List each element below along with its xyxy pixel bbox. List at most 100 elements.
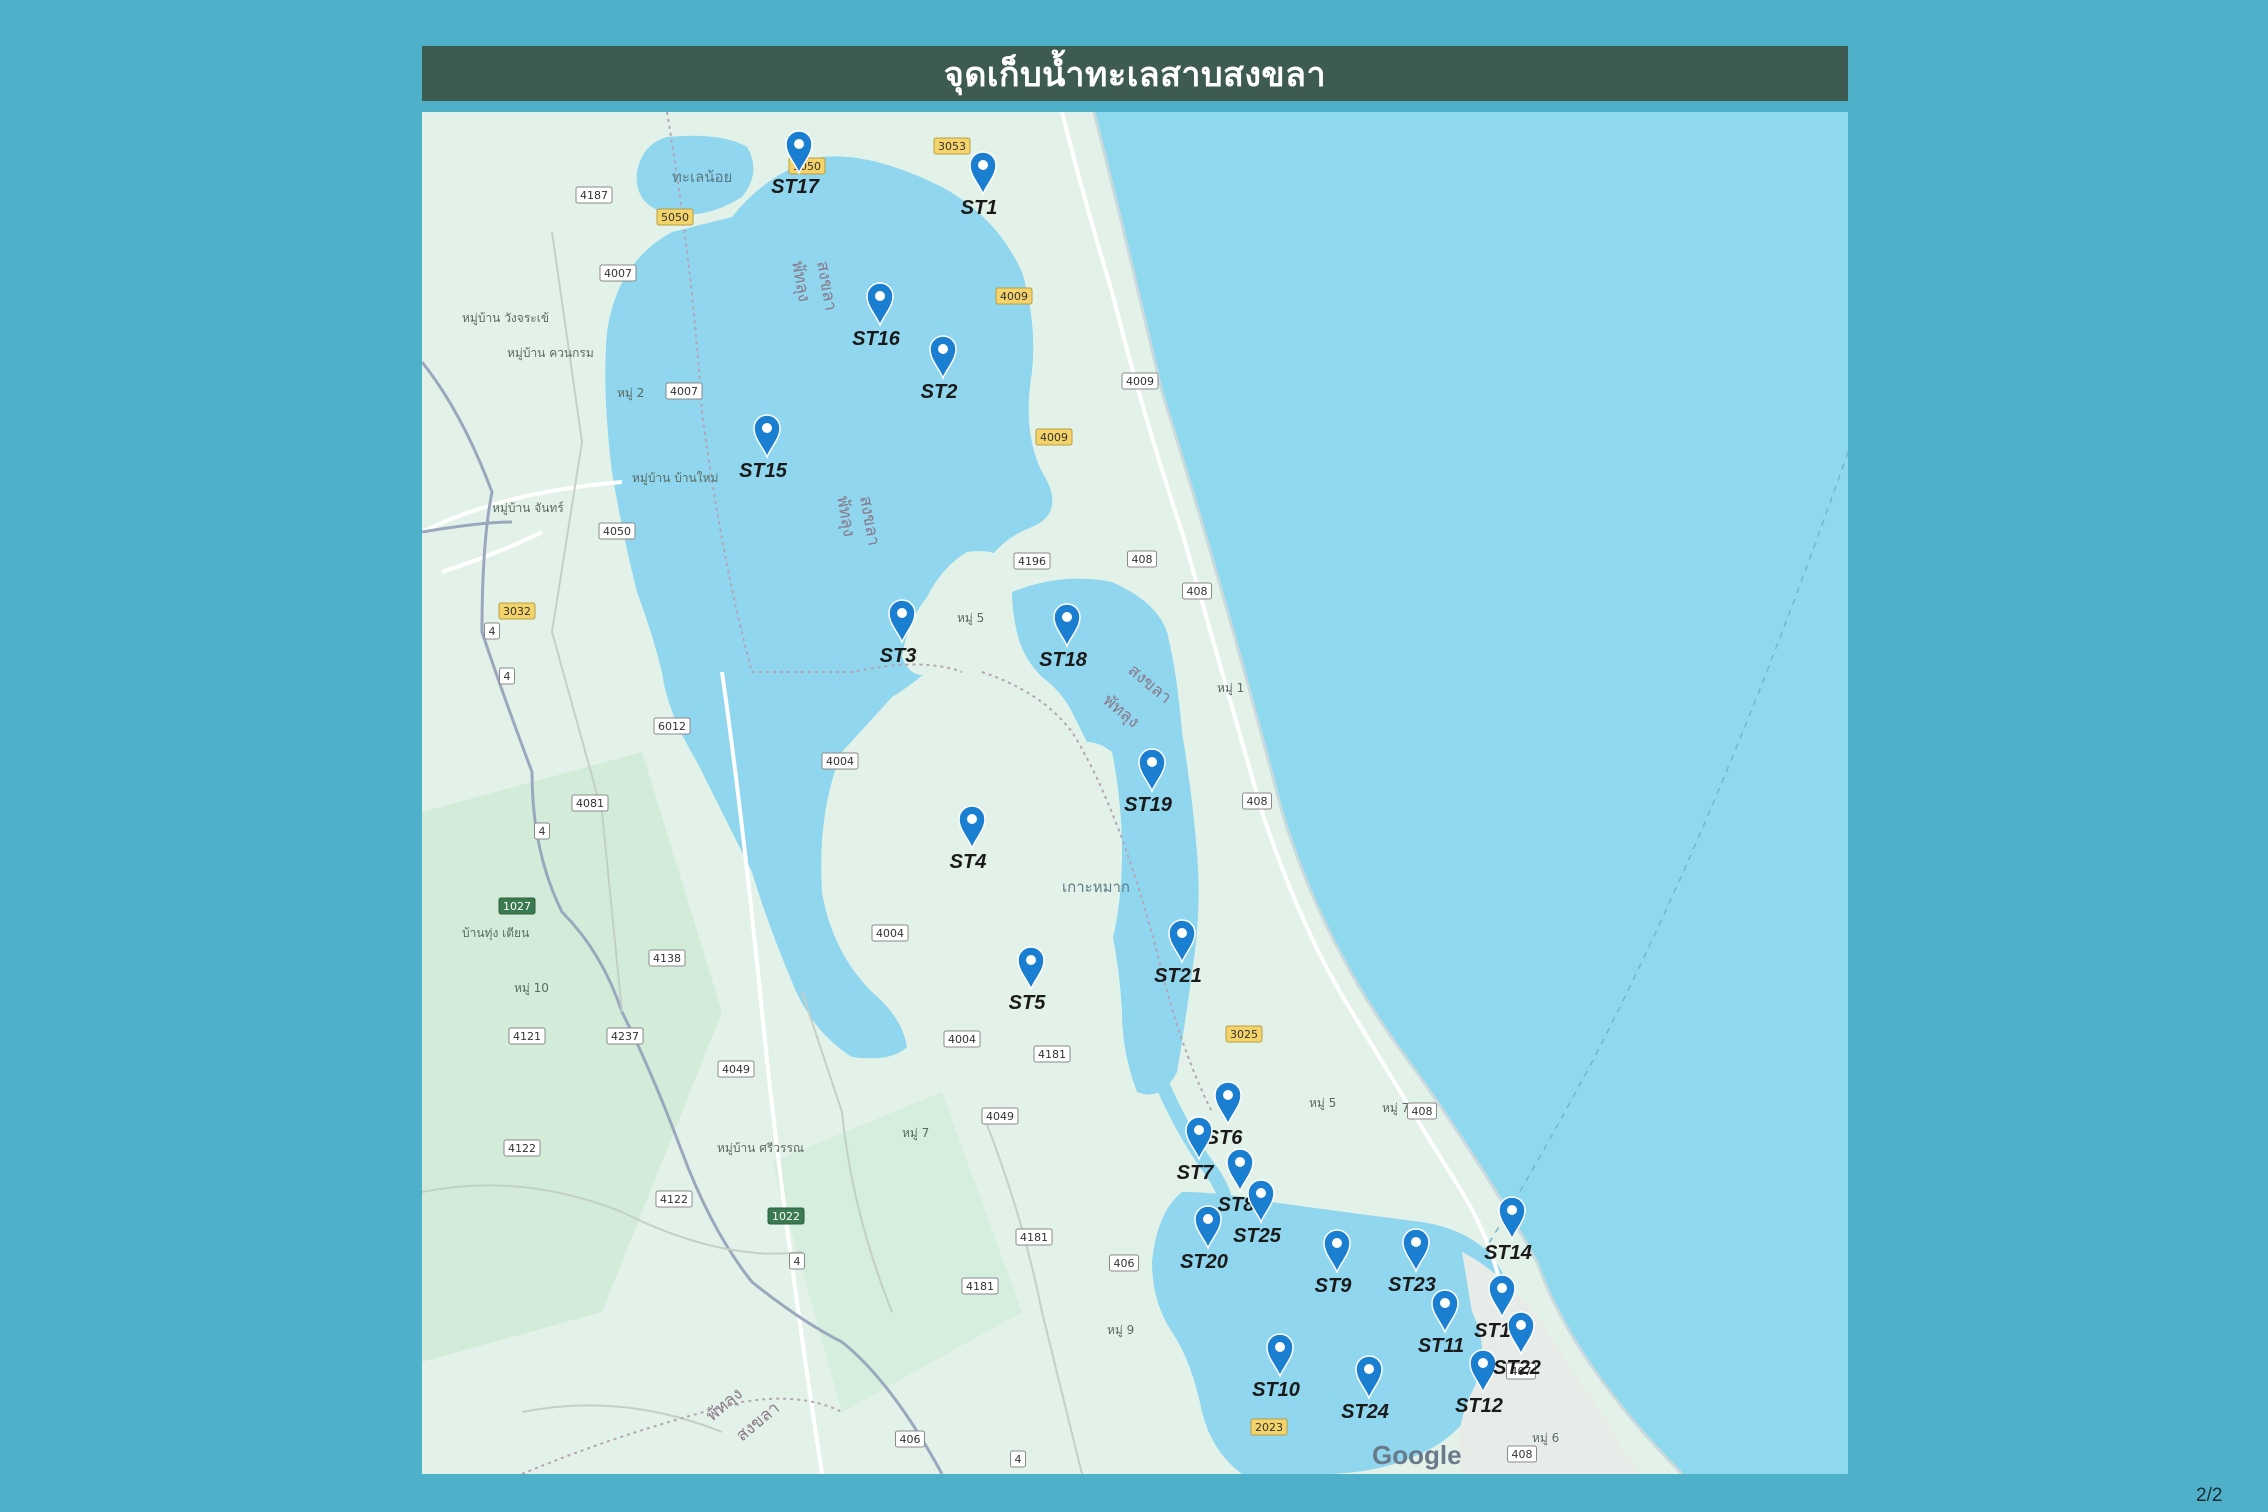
road-number: 1027 [503,900,531,913]
road-number: 4181 [1038,1048,1066,1061]
village-label: หมู่ 7 [1382,1101,1409,1116]
station-label: ST11 [1418,1335,1464,1357]
station-label: ST20 [1180,1251,1228,1273]
road-number: 4004 [948,1033,976,1046]
road-shield: 4 [789,1252,805,1270]
station-label: ST17 [771,176,820,198]
road-shield: 4 [534,822,550,840]
road-number: 4009 [1126,375,1154,388]
road-shield: 4009 [1121,372,1159,390]
road-shield: 4196 [1013,552,1051,570]
road-number: 2023 [1255,1421,1283,1434]
road-number: 1022 [772,1210,800,1223]
village-label: หมู่ 10 [514,981,549,996]
road-number: 4122 [660,1193,688,1206]
road-number: 408 [1247,795,1268,808]
village-label: หมู่ 6 [1532,1431,1559,1446]
station-label: ST4 [950,851,987,873]
road-shield: 408 [1182,582,1212,600]
road-shield: 4187 [575,186,613,204]
road-shield: 406 [895,1430,925,1448]
map-pin-dot [875,291,885,301]
road-shield: 4009 [1035,428,1073,446]
map-canvas[interactable]: ทะเลน้อย เกาะหมาก สงขลา พัทลุง สงขลา พัท… [422,112,1848,1474]
road-number: 4007 [670,385,698,398]
road-shield: 4009 [995,287,1033,305]
village-label: หมู่ 9 [1107,1323,1134,1338]
station-label: ST19 [1124,794,1173,816]
road-number: 4181 [966,1280,994,1293]
road-shield: 4122 [655,1190,693,1208]
road-shield: 4004 [821,752,859,770]
road-number: 406 [1114,1257,1135,1270]
road-number: 4 [504,670,511,683]
road-number: 4050 [603,525,631,538]
road-number: 4049 [986,1110,1014,1123]
road-shield: 4050 [598,522,636,540]
station-label: ST2 [921,381,958,403]
road-shield: 6012 [653,717,691,735]
google-logo: Google [1372,1440,1462,1470]
road-shield: 4049 [981,1107,1019,1125]
road-shield: 4004 [871,924,909,942]
map-pin-dot [1364,1364,1374,1374]
road-number: 4121 [513,1030,541,1043]
road-shield: 3025 [1225,1025,1263,1043]
road-shield: 3053 [933,137,971,155]
road-shield: 408 [1407,1102,1437,1120]
village-label: บ้านทุ่ง เตียน [462,926,529,941]
road-number: 4007 [604,267,632,280]
road-shield: 5050 [656,208,694,226]
road-shield: 4049 [717,1060,755,1078]
map-pin-dot [1275,1342,1285,1352]
road-number: 4081 [576,797,604,810]
map-pin-dot [1516,1320,1526,1330]
road-number: 408 [1512,1448,1533,1461]
page-title: จุดเก็บน้ำทะเลสาบสงขลา [422,46,1848,101]
map-pin-dot [978,160,988,170]
road-shield: 1027 [498,897,536,915]
station-label: ST16 [852,328,901,350]
road-number: 4237 [611,1030,639,1043]
road-shield: 4181 [1033,1045,1071,1063]
map-pin-dot [762,423,772,433]
map-pin-dot [1203,1214,1213,1224]
road-shield: 4004 [943,1030,981,1048]
road-shield: 408 [1242,792,1272,810]
road-number: 4122 [508,1142,536,1155]
road-shield: 4 [1010,1450,1026,1468]
map-view[interactable]: ทะเลน้อย เกาะหมาก สงขลา พัทลุง สงขลา พัท… [422,112,1848,1474]
road-number: 4181 [1020,1231,1048,1244]
map-pin-dot [938,344,948,354]
station-label: ST22 [1493,1357,1541,1379]
road-shield: 2023 [1250,1418,1288,1436]
road-number: 3025 [1230,1028,1258,1041]
map-pin-dot [1177,928,1187,938]
station-label: ST14 [1484,1242,1532,1264]
road-shield: 4181 [1015,1228,1053,1246]
map-pin-dot [1411,1237,1421,1247]
road-shield: 4138 [648,949,686,967]
road-number: 4 [1015,1453,1022,1466]
map-pin-dot [1332,1238,1342,1248]
map-pin-dot [1223,1090,1233,1100]
station-label: ST18 [1039,649,1088,671]
road-number: 4004 [826,755,854,768]
village-label: หมู่บ้าน วังจระเข้ [462,311,549,326]
village-label: หมู่ 7 [902,1126,929,1141]
road-shield: 4237 [606,1027,644,1045]
road-shield: 4121 [508,1027,546,1045]
road-number: 4138 [653,952,681,965]
village-label: หมู่บ้าน ศรีวรรณ [717,1141,804,1156]
station-label: ST24 [1341,1401,1389,1423]
map-pin-dot [1062,612,1072,622]
road-number: 4009 [1040,431,1068,444]
road-number: 408 [1412,1105,1433,1118]
road-shield: 4 [499,667,515,685]
road-shield: 4 [484,622,500,640]
road-shield: 4181 [961,1277,999,1295]
map-pin-dot [1256,1188,1266,1198]
road-shield: 4122 [503,1139,541,1157]
map-pin-dot [967,814,977,824]
map-pin-dot [1147,757,1157,767]
